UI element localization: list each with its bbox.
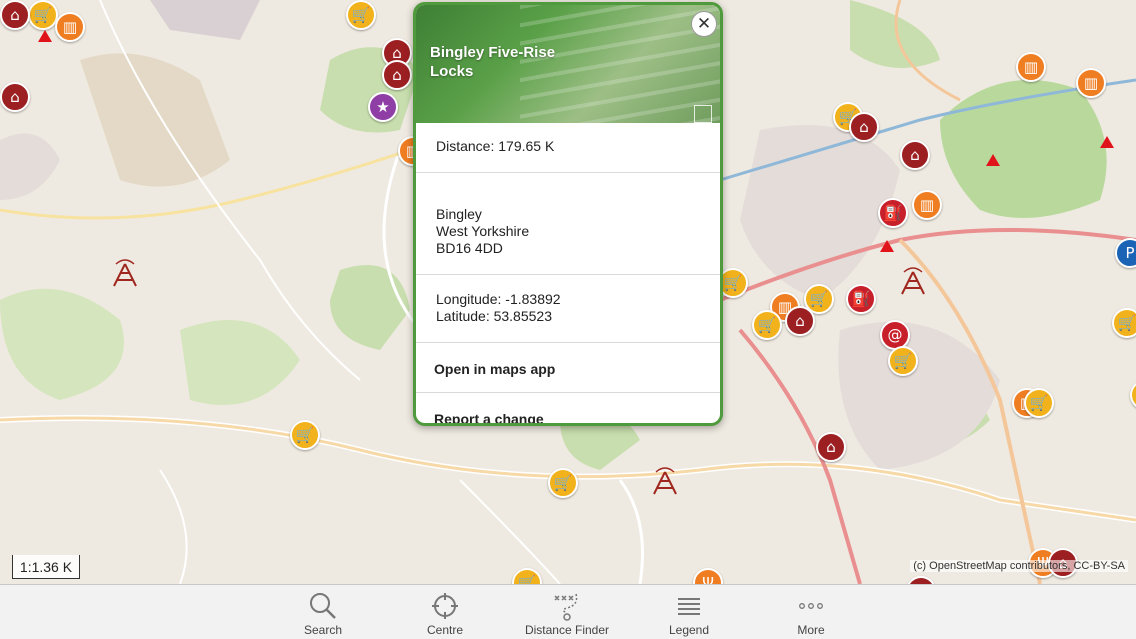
- distance-finder-icon: [554, 593, 578, 621]
- crosshair-icon: [432, 593, 458, 619]
- peak-marker-icon[interactable]: [986, 154, 1000, 166]
- map-attribution: (c) OpenStreetMap contributors, CC-BY-SA: [910, 560, 1128, 572]
- shop-marker-icon[interactable]: 🛒: [346, 0, 376, 30]
- caravan-marker-icon[interactable]: ⌂: [900, 140, 930, 170]
- fuel-marker-icon[interactable]: ⛽: [846, 284, 876, 314]
- caravan-marker-icon[interactable]: ⌂: [785, 306, 815, 336]
- popup-header-photo: Bingley Five-Rise Locks ✕: [416, 5, 720, 123]
- shop-marker-icon[interactable]: 🛒: [752, 310, 782, 340]
- transmitter-marker-icon[interactable]: [896, 266, 930, 296]
- shop-marker-icon[interactable]: 🛒: [548, 468, 578, 498]
- more-button[interactable]: More: [756, 589, 866, 637]
- distance-row: Distance: 179.65 K: [416, 123, 720, 173]
- transmitter-marker-icon[interactable]: [648, 466, 682, 496]
- search-button[interactable]: Search: [268, 589, 378, 637]
- industry-marker-icon[interactable]: ▥: [912, 190, 942, 220]
- search-label: Search: [303, 623, 343, 637]
- distance-finder-label: Distance Finder: [524, 623, 610, 637]
- caravan-marker-icon[interactable]: ⌂: [816, 432, 846, 462]
- caravan-marker-icon[interactable]: ⌂: [382, 60, 412, 90]
- open-in-maps-label: Open in maps app: [434, 361, 556, 377]
- industry-marker-icon[interactable]: ▥: [1076, 68, 1106, 98]
- shop-marker-icon[interactable]: 🛒: [28, 0, 58, 30]
- popup-title: Bingley Five-Rise Locks: [430, 44, 556, 80]
- centre-label: Centre: [426, 623, 464, 637]
- shop-marker-icon[interactable]: 🛒: [1112, 308, 1136, 338]
- list-icon: [678, 598, 700, 615]
- shop-marker-icon[interactable]: 🛒: [290, 420, 320, 450]
- popup-body[interactable]: Distance: 179.65 K Bingley West Yorkshir…: [416, 123, 720, 423]
- close-icon[interactable]: ✕: [691, 11, 717, 37]
- caravan-marker-icon[interactable]: ⌂: [0, 0, 30, 30]
- coordinates-row: Longitude: -1.83892 Latitude: 53.85523: [416, 275, 720, 343]
- longitude-text: Longitude: -1.83892: [436, 291, 561, 307]
- more-label: More: [797, 623, 825, 637]
- distance-finder-button[interactable]: Distance Finder: [512, 589, 622, 637]
- open-in-maps-button[interactable]: Open in maps app: [416, 343, 720, 393]
- shop-marker-icon[interactable]: 🛒: [1024, 388, 1054, 418]
- address-line: West Yorkshire: [436, 223, 530, 239]
- peak-marker-icon[interactable]: [38, 30, 52, 42]
- address-row: Bingley West Yorkshire BD16 4DD: [416, 173, 720, 275]
- bottom-toolbar: Search Centre Distance Finder Legend Mor…: [0, 584, 1136, 639]
- transmitter-marker-icon[interactable]: [108, 258, 142, 288]
- place-detail-popup: Bingley Five-Rise Locks ✕ Distance: 179.…: [413, 2, 723, 426]
- industry-marker-icon[interactable]: ▥: [55, 12, 85, 42]
- legend-button[interactable]: Legend: [634, 589, 744, 637]
- caravan-marker-icon[interactable]: ⌂: [0, 82, 30, 112]
- report-change-button[interactable]: Report a change: [416, 393, 720, 423]
- legend-label: Legend: [668, 623, 710, 637]
- more-dots-icon: [799, 603, 823, 609]
- address-line: BD16 4DD: [436, 240, 503, 256]
- map-scale: 1:1.36 K: [12, 555, 80, 579]
- fuel-marker-icon[interactable]: ⛽: [878, 198, 908, 228]
- shop-marker-icon[interactable]: 🛒: [888, 346, 918, 376]
- peak-marker-icon[interactable]: [880, 240, 894, 252]
- search-icon: [310, 593, 336, 619]
- expand-photo-icon[interactable]: [694, 105, 712, 123]
- peak-marker-icon[interactable]: [1100, 136, 1114, 148]
- address-line: Bingley: [436, 206, 482, 222]
- latitude-text: Latitude: 53.85523: [436, 308, 552, 324]
- centre-button[interactable]: Centre: [390, 589, 500, 637]
- caravan-marker-icon[interactable]: ⌂: [849, 112, 879, 142]
- report-change-label: Report a change: [434, 411, 544, 423]
- distance-text: Distance: 179.65 K: [436, 138, 555, 154]
- star-marker-icon[interactable]: ★: [368, 92, 398, 122]
- industry-marker-icon[interactable]: ▥: [1016, 52, 1046, 82]
